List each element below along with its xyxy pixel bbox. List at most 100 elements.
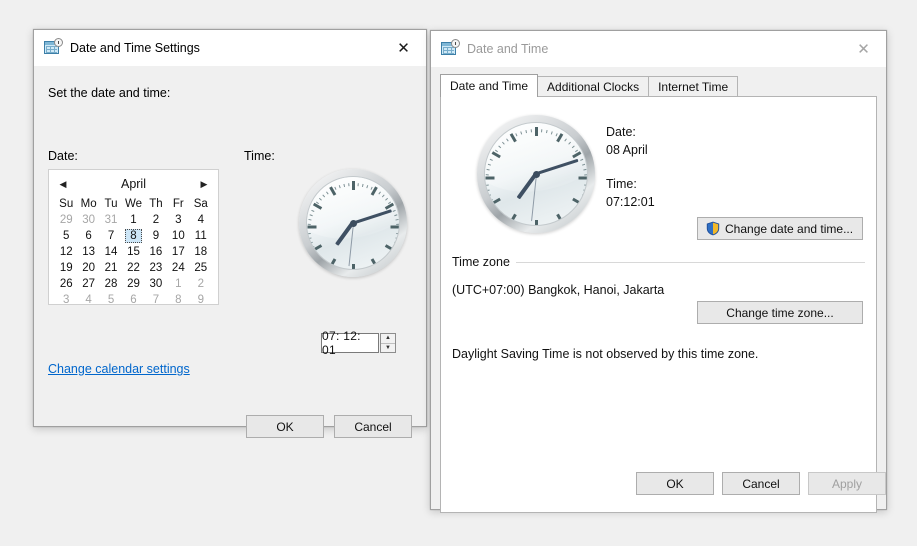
calendar-day-cell[interactable]: 19: [55, 260, 77, 276]
calendar-day-cell[interactable]: 26: [55, 276, 77, 292]
calendar-day-cell[interactable]: 3: [55, 292, 77, 308]
clock-hour-tick: [351, 181, 355, 190]
chevron-left-icon[interactable]: ◀: [57, 179, 69, 189]
calendar-month-label[interactable]: April: [69, 177, 198, 191]
calendar-day-cell[interactable]: 18: [190, 244, 212, 260]
tab-internet-time[interactable]: Internet Time: [648, 76, 739, 97]
calendar-day-cell[interactable]: 7: [100, 228, 122, 244]
calendar-day-cell[interactable]: 13: [77, 244, 99, 260]
analog-clock: [477, 115, 595, 233]
calendar-day-cell[interactable]: 29: [55, 212, 77, 228]
calendar-day-cell[interactable]: 23: [145, 260, 167, 276]
calendar-day-cell[interactable]: 30: [77, 212, 99, 228]
date-value: 08 April: [606, 143, 648, 157]
calendar-day-cell[interactable]: 21: [100, 260, 122, 276]
calendar-day-cell[interactable]: 5: [100, 292, 122, 308]
date-and-time-tab-panel: Date: 08 April Time: 07:12:01 Change dat…: [440, 96, 877, 513]
calendar-day-cell[interactable]: 2: [190, 276, 212, 292]
calendar-day-cell[interactable]: 31: [100, 212, 122, 228]
calendar-day-cell[interactable]: 24: [167, 260, 189, 276]
clock-hour-tick: [485, 176, 494, 180]
calendar-day-cell[interactable]: 1: [122, 212, 144, 228]
clock-minute-tick: [524, 130, 527, 134]
clock-minute-tick: [395, 232, 399, 235]
calendar-day-cell[interactable]: 12: [55, 244, 77, 260]
calendar-clock-icon: [441, 39, 460, 58]
clock-minute-tick: [307, 237, 312, 240]
calendar-day-cell[interactable]: 29: [122, 276, 144, 292]
calendar-day-cell[interactable]: 14: [100, 244, 122, 260]
settings-cancel-button[interactable]: Cancel: [334, 415, 412, 438]
time-spin-buttons[interactable]: ▲ ▼: [380, 333, 396, 353]
datetime-titlebar: Date and Time ✕: [431, 31, 886, 67]
change-time-zone-button[interactable]: Change time zone...: [697, 301, 863, 324]
settings-close-button[interactable]: ✕: [381, 30, 426, 66]
timezone-group-header: Time zone: [452, 255, 865, 269]
date-and-time-settings-window: Date and Time Settings ✕ Set the date an…: [33, 29, 427, 438]
datetime-cancel-button[interactable]: Cancel: [722, 472, 800, 495]
spinner-up-icon[interactable]: ▲: [381, 334, 395, 344]
calendar-day-cell[interactable]: 20: [77, 260, 99, 276]
time-spinner[interactable]: 07: 12: 01 ▲ ▼: [321, 329, 396, 357]
calendar-weekday-mo: Mo: [80, 197, 97, 210]
tab-additional-clocks[interactable]: Additional Clocks: [537, 76, 650, 97]
calendar-day-cell[interactable]: 22: [122, 260, 144, 276]
change-date-and-time-button[interactable]: Change date and time...: [697, 217, 863, 240]
calendar-weekday-th: Th: [149, 197, 163, 210]
settings-titlebar: Date and Time Settings ✕: [34, 30, 426, 66]
calendar-day-cell[interactable]: 11: [190, 228, 212, 244]
calendar-day-cell[interactable]: 17: [167, 244, 189, 260]
change-calendar-settings-link[interactable]: Change calendar settings: [48, 362, 190, 376]
calendar-day-cell[interactable]: 16: [145, 244, 167, 260]
calendar-grid: Su Mo Tu We Th Fr Sa 29 30 31 1 2 3 4 5 6 7 8 9 10 11 12 13 14…: [55, 195, 212, 308]
clock-minute-tick: [487, 194, 491, 197]
tab-date-and-time[interactable]: Date and Time: [440, 74, 539, 97]
clock-hour-tick: [509, 213, 517, 223]
calendar-weekday-tu: Tu: [104, 197, 118, 210]
clock-hour-tick: [555, 213, 563, 223]
datetime-close-button[interactable]: ✕: [841, 31, 886, 67]
calendar-day-cell[interactable]: 4: [190, 212, 212, 228]
datetime-body: Date and Time Additional Clocks Internet T…: [431, 67, 886, 513]
analog-clock: [299, 169, 407, 277]
timezone-value: (UTC+07:00) Bangkok, Hanoi, Jakarta: [452, 283, 665, 297]
settings-ok-button[interactable]: OK: [246, 415, 324, 438]
calendar-week-row: 29 30 31 1 2 3 4: [55, 212, 212, 228]
calendar-day-cell[interactable]: 2: [145, 212, 167, 228]
calendar-day-cell[interactable]: 1: [167, 276, 189, 292]
calendar-day-cell[interactable]: 6: [122, 292, 144, 308]
clock-hour-tick: [307, 225, 316, 229]
clock-minute-tick: [342, 183, 345, 188]
chevron-right-icon[interactable]: ▶: [198, 179, 210, 189]
calendar-day-cell[interactable]: 6: [77, 228, 99, 244]
calendar-day-cell[interactable]: 9: [145, 228, 167, 244]
calendar-day-cell[interactable]: 7: [145, 292, 167, 308]
uac-shield-icon: [706, 221, 720, 236]
clock-minute-tick: [540, 129, 542, 133]
calendar-control[interactable]: ◀ April ▶ Su Mo Tu We Th Fr Sa 29 30 31 1 2 3 4 5 6 7 8 9…: [48, 169, 219, 308]
calendar-day-cell[interactable]: 15: [122, 244, 144, 260]
clock-hour-tick: [578, 176, 587, 180]
calendar-day-cell[interactable]: 28: [100, 276, 122, 292]
calendar-day-cell[interactable]: 8: [167, 292, 189, 308]
clock-minute-tick: [393, 241, 397, 244]
calendar-day-cell[interactable]: 27: [77, 276, 99, 292]
time-input[interactable]: 07: 12: 01: [321, 329, 379, 357]
datetime-ok-button[interactable]: OK: [636, 472, 714, 495]
calendar-day-cell[interactable]: 10: [167, 228, 189, 244]
spinner-down-icon[interactable]: ▼: [381, 344, 395, 353]
time-value: 07:12:01: [606, 195, 655, 209]
clock-minute-tick: [309, 241, 313, 244]
calendar-day-cell[interactable]: 3: [167, 212, 189, 228]
clock-hour-tick: [534, 220, 538, 225]
calendar-week-row: 12 13 14 15 16 17 18: [55, 244, 212, 260]
timezone-group-label: Time zone: [452, 255, 510, 269]
calendar-day-cell[interactable]: 30: [145, 276, 167, 292]
calendar-day-cell-selected[interactable]: 8: [122, 228, 144, 244]
datetime-apply-button: Apply: [808, 472, 886, 495]
calendar-clock-icon: [44, 38, 63, 57]
calendar-day-cell[interactable]: 4: [77, 292, 99, 308]
calendar-day-cell[interactable]: 5: [55, 228, 77, 244]
calendar-day-cell[interactable]: 25: [190, 260, 212, 276]
calendar-day-cell[interactable]: 9: [190, 292, 212, 308]
